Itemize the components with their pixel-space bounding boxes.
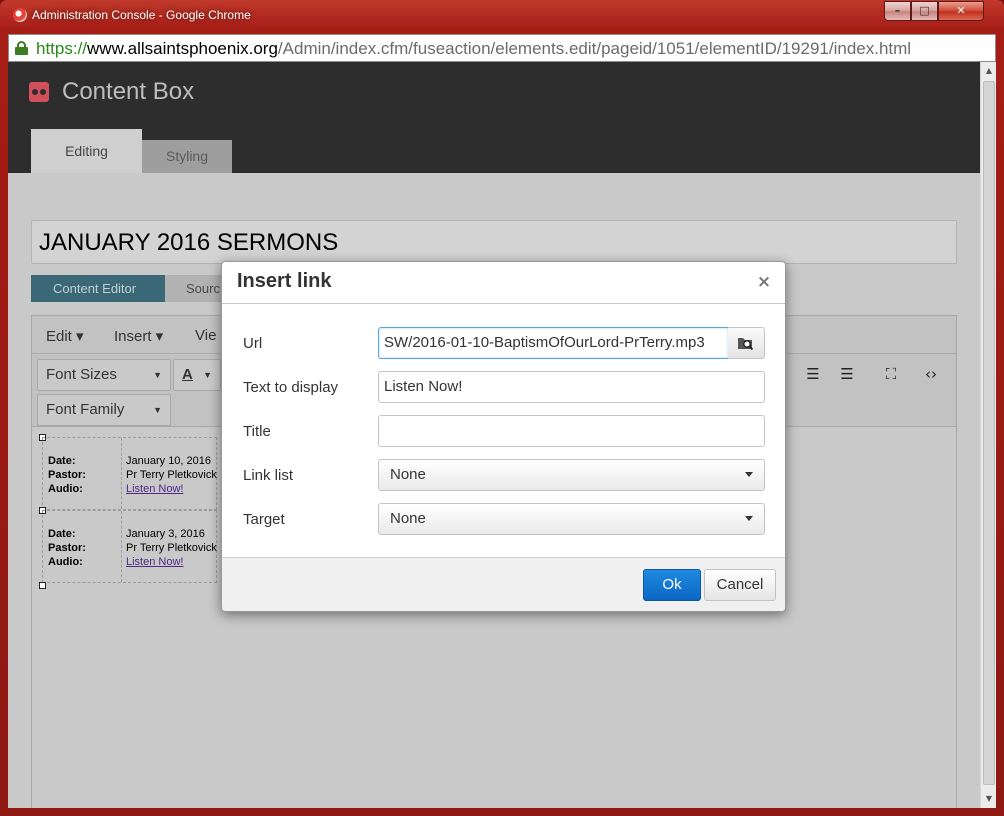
table-row: Date: January 10, 2016 bbox=[48, 455, 212, 467]
chevron-down-icon: ▼ bbox=[153, 370, 162, 380]
chevron-down-icon bbox=[745, 516, 753, 521]
dialog-title: Insert link bbox=[237, 270, 332, 292]
page-scrollbar[interactable]: ▲ ▼ bbox=[980, 62, 996, 808]
tab-content-editor[interactable]: Content Editor bbox=[31, 275, 165, 302]
link-list-select[interactable]: None bbox=[378, 459, 765, 491]
minimize-button[interactable]: – bbox=[884, 1, 911, 21]
tab-styling[interactable]: Styling bbox=[142, 140, 232, 173]
title-input[interactable] bbox=[378, 415, 765, 447]
element-title-field[interactable]: JANUARY 2016 SERMONS bbox=[31, 220, 957, 264]
sermon-table[interactable]: Date: January 3, 2016 Pastor: Pr Terry Ple… bbox=[42, 510, 217, 583]
indent-icon[interactable]: ☰ bbox=[830, 359, 864, 391]
sermon-table[interactable]: Date: January 10, 2016 Pastor: Pr Terry Pl… bbox=[42, 437, 217, 510]
target-select[interactable]: None bbox=[378, 503, 765, 535]
text-color-button[interactable]: A ▼ bbox=[173, 359, 221, 391]
table-row: Pastor: Pr Terry Pletkovick bbox=[48, 469, 217, 481]
url-path: /Admin/index.cfm/fuseaction/elements.edi… bbox=[277, 39, 912, 58]
ok-button[interactable]: Ok bbox=[643, 569, 701, 601]
window-title: Administration Console - Google Chrome bbox=[32, 8, 251, 22]
close-window-button[interactable]: ✕ bbox=[938, 1, 984, 21]
menu-view[interactable]: Vie bbox=[195, 327, 216, 344]
table-row: Audio: Listen Now! bbox=[48, 483, 184, 495]
listen-now-link[interactable]: Listen Now! bbox=[126, 483, 183, 495]
target-label: Target bbox=[243, 511, 285, 528]
scroll-up-icon[interactable]: ▲ bbox=[981, 63, 997, 79]
chevron-down-icon: ▼ bbox=[203, 370, 212, 380]
url-scheme: https:// bbox=[36, 39, 88, 58]
insert-link-dialog: Insert link × Url SW/2016-01-10-BaptismO… bbox=[221, 261, 786, 612]
dialog-header: Insert link × bbox=[222, 262, 785, 304]
scroll-thumb[interactable] bbox=[983, 81, 995, 785]
app-title: Content Box bbox=[62, 78, 195, 105]
editor-content[interactable]: Date: January 10, 2016 Pastor: Pr Terry Pl… bbox=[39, 434, 250, 594]
url-label: Url bbox=[243, 335, 263, 352]
menu-insert[interactable]: Insert ▾ bbox=[114, 327, 163, 345]
tab-editing[interactable]: Editing bbox=[31, 129, 142, 173]
browse-icon bbox=[738, 338, 754, 351]
url-host: www.allsaintsphoenix.org bbox=[87, 39, 278, 58]
font-sizes-dropdown[interactable]: Font Sizes ▼ bbox=[37, 359, 171, 391]
window-titlebar: Administration Console - Google Chrome –… bbox=[0, 0, 1004, 34]
resize-handle[interactable] bbox=[39, 582, 46, 589]
app-header: Content Box Editing Styling bbox=[8, 62, 980, 173]
scroll-down-icon[interactable]: ▼ bbox=[981, 791, 997, 807]
text-to-display-input[interactable]: Listen Now! bbox=[378, 371, 765, 403]
table-row: Date: January 3, 2016 bbox=[48, 528, 205, 540]
browse-button[interactable] bbox=[728, 327, 765, 359]
lock-icon bbox=[15, 41, 28, 55]
link-list-label: Link list bbox=[243, 467, 294, 484]
maximize-button[interactable]: □ bbox=[911, 1, 938, 21]
close-icon[interactable]: × bbox=[755, 273, 773, 291]
outdent-icon[interactable]: ☰ bbox=[796, 359, 830, 391]
chrome-icon bbox=[13, 8, 27, 22]
browser-window: Administration Console - Google Chrome –… bbox=[0, 0, 1004, 816]
url-text[interactable]: https://www.allsaintsphoenix.org/Admin/i… bbox=[36, 39, 911, 59]
chevron-down-icon: ▼ bbox=[153, 405, 162, 415]
chevron-down-icon bbox=[745, 472, 753, 477]
dialog-footer: Ok Cancel bbox=[222, 557, 785, 611]
source-code-icon[interactable]: ‹› bbox=[914, 359, 948, 391]
table-row: Audio: Listen Now! bbox=[48, 556, 184, 568]
font-family-dropdown[interactable]: Font Family ▼ bbox=[37, 394, 171, 426]
url-input[interactable]: SW/2016-01-10-BaptismOfOurLord-PrTerry.m… bbox=[378, 327, 729, 359]
address-bar[interactable]: https://www.allsaintsphoenix.org/Admin/i… bbox=[8, 34, 996, 62]
fullscreen-icon[interactable]: ⛶ bbox=[874, 359, 908, 391]
listen-now-link[interactable]: Listen Now! bbox=[126, 556, 183, 568]
menu-edit[interactable]: Edit ▾ bbox=[46, 327, 84, 345]
title-label: Title bbox=[243, 423, 271, 440]
cancel-button[interactable]: Cancel bbox=[704, 569, 776, 601]
table-row: Pastor: Pr Terry Pletkovick bbox=[48, 542, 217, 554]
text-to-display-label: Text to display bbox=[243, 379, 339, 396]
content-box-logo-icon bbox=[29, 82, 49, 102]
